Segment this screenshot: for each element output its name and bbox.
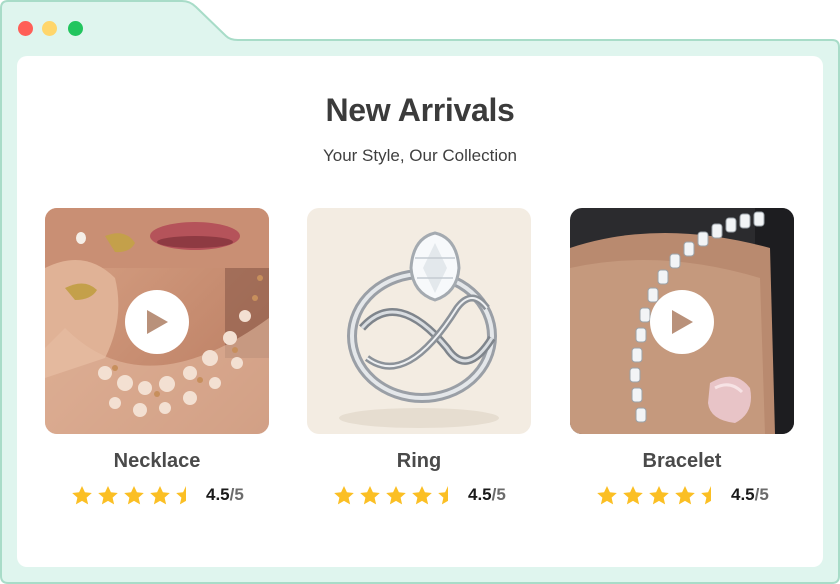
half-star-icon (701, 485, 711, 504)
star-icon (360, 485, 380, 504)
product-image[interactable] (570, 208, 794, 434)
rating-score: 4.5/5 (206, 485, 244, 505)
rating-stars (596, 485, 722, 506)
rating-score: 4.5/5 (731, 485, 769, 505)
star-icon (597, 485, 617, 504)
star-icon (412, 485, 432, 504)
rating-max: /5 (229, 485, 244, 504)
star-icon (150, 485, 170, 504)
maximize-window-button[interactable] (68, 21, 83, 36)
ring-photo (307, 208, 531, 434)
rating-stars (71, 485, 197, 506)
star-icon (124, 485, 144, 504)
product-card-bracelet[interactable]: Bracelet 4.5/5 (570, 208, 794, 504)
product-name[interactable]: Ring (307, 450, 531, 473)
product-rating: 4.5/5 (71, 483, 271, 507)
star-icon (334, 485, 354, 504)
star-icon (649, 485, 669, 504)
product-image[interactable] (307, 208, 531, 434)
product-rating: 4.5/5 (333, 483, 533, 507)
close-window-button[interactable] (18, 21, 33, 36)
star-icon (98, 485, 118, 504)
minimize-window-button[interactable] (42, 21, 57, 36)
half-star-icon (176, 485, 186, 504)
product-card-ring[interactable]: Ring 4.5/5 (307, 208, 531, 504)
page-title: New Arrivals (325, 92, 515, 128)
rating-value: 4.5 (468, 485, 492, 504)
product-rating: 4.5/5 (596, 483, 796, 507)
star-icon (386, 485, 406, 504)
product-image[interactable] (45, 208, 269, 434)
product-card-necklace[interactable]: Necklace 4.5/5 (45, 208, 269, 504)
rating-max: /5 (754, 485, 769, 504)
rating-max: /5 (491, 485, 506, 504)
product-name[interactable]: Bracelet (570, 450, 794, 473)
star-icon (675, 485, 695, 504)
page-subtitle: Your Style, Our Collection (322, 146, 518, 165)
star-icon (72, 485, 92, 504)
play-video-button[interactable] (650, 290, 714, 354)
rating-value: 4.5 (206, 485, 230, 504)
half-star-icon (438, 485, 448, 504)
product-name[interactable]: Necklace (45, 450, 269, 473)
rating-stars (333, 485, 459, 506)
play-icon (672, 310, 693, 334)
play-icon (147, 310, 168, 334)
rating-score: 4.5/5 (468, 485, 506, 505)
star-icon (623, 485, 643, 504)
play-video-button[interactable] (125, 290, 189, 354)
rating-value: 4.5 (731, 485, 755, 504)
